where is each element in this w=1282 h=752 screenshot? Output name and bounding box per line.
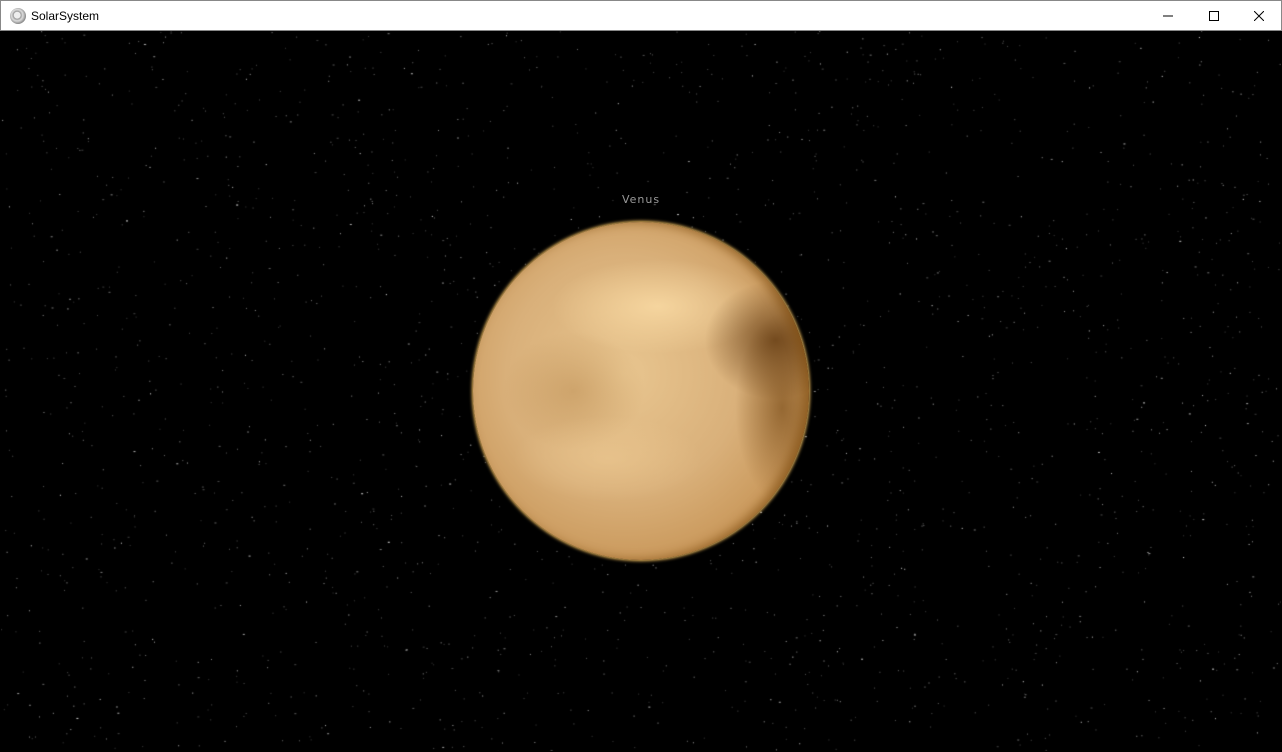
planet-venus[interactable] — [473, 222, 809, 560]
minimize-button[interactable] — [1145, 1, 1191, 31]
minimize-icon — [1163, 15, 1173, 17]
close-icon — [1254, 11, 1264, 21]
window-title: SolarSystem — [31, 9, 100, 23]
app-logo-icon — [10, 8, 26, 24]
close-button[interactable] — [1236, 1, 1282, 31]
title-bar[interactable]: SolarSystem — [0, 0, 1282, 31]
maximize-button[interactable] — [1191, 1, 1237, 31]
3d-viewport[interactable]: Venus — [1, 31, 1281, 751]
maximize-icon — [1209, 11, 1219, 21]
planet-label: Venus — [621, 193, 661, 206]
